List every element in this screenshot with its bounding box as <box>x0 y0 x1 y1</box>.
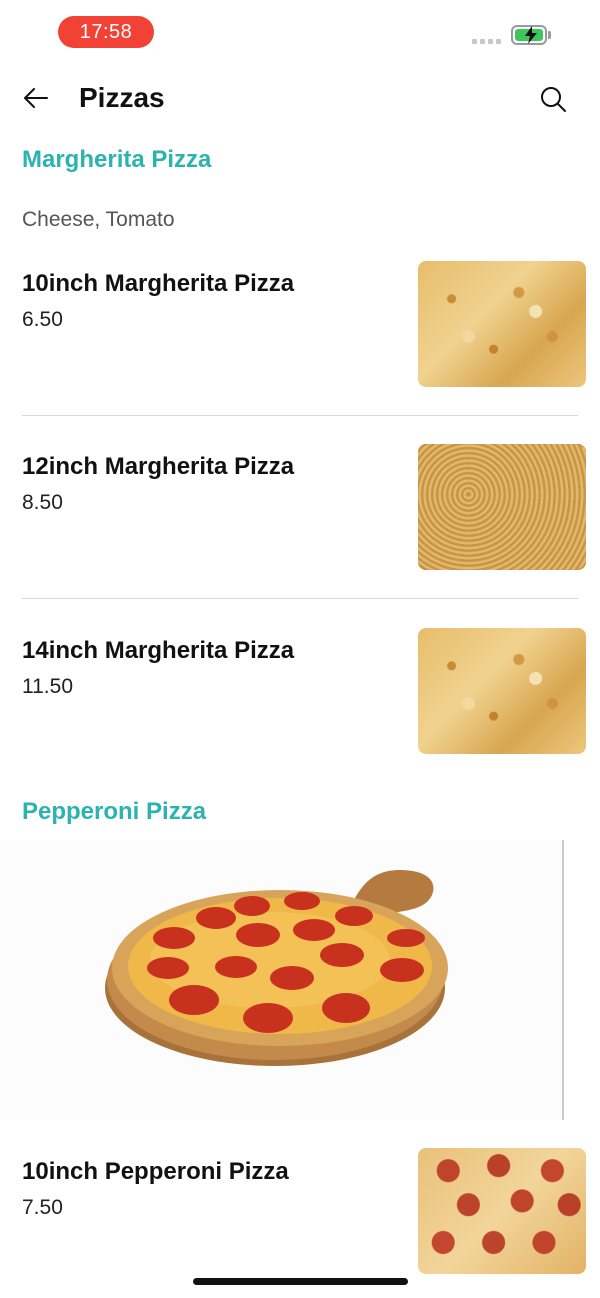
item-price: 11.50 <box>22 675 73 698</box>
home-indicator[interactable] <box>193 1278 408 1285</box>
back-button[interactable] <box>20 82 52 114</box>
item-price: 6.50 <box>22 308 63 331</box>
battery-tip <box>548 31 551 39</box>
hero-scrollbar[interactable] <box>562 840 564 1120</box>
menu-item[interactable]: 10inch Pepperoni Pizza 7.50 <box>0 1140 600 1290</box>
arrow-left-icon <box>24 88 48 108</box>
search-icon <box>541 87 566 112</box>
app-header: Pizzas <box>0 64 600 132</box>
section-title-pepperoni: Pepperoni Pizza <box>22 798 207 825</box>
signal-icon <box>472 39 501 44</box>
section-title-margherita: Margherita Pizza <box>22 146 212 173</box>
item-name: 10inch Margherita Pizza <box>22 270 295 297</box>
battery-charging-icon <box>511 25 547 45</box>
item-price: 8.50 <box>22 491 63 514</box>
menu-item[interactable]: 12inch Margherita Pizza 8.50 <box>0 435 600 585</box>
item-image <box>418 444 586 570</box>
search-button[interactable] <box>538 84 568 114</box>
item-name: 14inch Margherita Pizza <box>22 637 295 664</box>
status-bar: 17:58 <box>0 0 600 64</box>
item-name: 10inch Pepperoni Pizza <box>22 1158 289 1185</box>
item-image <box>418 628 586 754</box>
divider <box>22 598 578 599</box>
pizza-menu-screen: 17:58 Pizzas Margherita Pizza Cheese, To… <box>0 0 600 1298</box>
page-title: Pizzas <box>79 82 165 113</box>
item-name: 12inch Margherita Pizza <box>22 453 295 480</box>
section-description: Cheese, Tomato <box>22 208 175 231</box>
pepperoni-pizza-image <box>105 870 448 1066</box>
item-image <box>418 261 586 387</box>
item-image <box>418 1148 586 1274</box>
item-price: 7.50 <box>22 1196 63 1219</box>
status-time: 17:58 <box>58 16 154 48</box>
section-hero-image <box>0 840 562 1120</box>
menu-item[interactable]: 14inch Margherita Pizza 11.50 <box>0 618 600 768</box>
divider <box>22 415 578 416</box>
menu-item[interactable]: 10inch Margherita Pizza 6.50 <box>0 252 600 402</box>
